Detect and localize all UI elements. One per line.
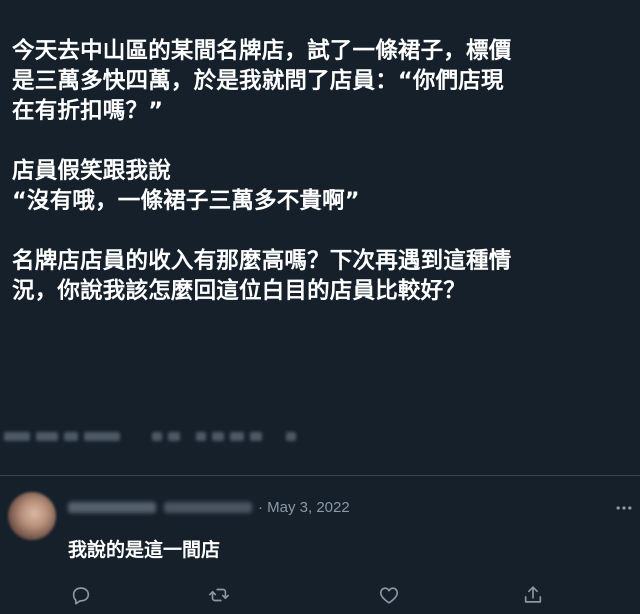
- avatar[interactable]: [8, 492, 56, 540]
- display-name-redacted[interactable]: [68, 502, 156, 513]
- tweet-text-line: 今天去中山區的某間名牌店，試了一條裙子，標價: [12, 38, 512, 64]
- tweet-text-line: 在有折扣嗎？”: [12, 98, 164, 124]
- handle-redacted[interactable]: [164, 502, 252, 513]
- reply-date[interactable]: · May 3, 2022: [258, 498, 350, 518]
- tweet-body: 今天去中山區的某間名牌店，試了一條裙子，標價 是三萬多快四萬，於是我就問了店員：…: [12, 36, 628, 306]
- reply-text: 我說的是這一間店: [68, 539, 221, 561]
- reply-icon[interactable]: [70, 584, 92, 606]
- tweet-text-line: 況，你說我該怎麼回這位白目的店員比較好？: [12, 278, 467, 304]
- tweet-text-line: 店員假笑跟我說: [12, 158, 171, 184]
- tweet-text-line: 是三萬多快四萬，於是我就問了店員：“你們店現: [12, 68, 504, 94]
- reply-tweet[interactable]: · May 3, 2022 我說的是這一間店: [0, 476, 640, 614]
- tweet-meta-redacted: [4, 428, 304, 444]
- tweet-text-line: 名牌店店員的收入有那麼高嗎？下次再遇到這種情: [12, 248, 512, 274]
- more-icon[interactable]: [614, 498, 634, 518]
- like-icon[interactable]: [378, 584, 400, 606]
- reply-header: · May 3, 2022: [68, 498, 608, 518]
- share-icon[interactable]: [522, 584, 544, 606]
- retweet-icon[interactable]: [208, 584, 230, 606]
- tweet-text-line: “沒有哦，一條裙子三萬多不貴啊”: [12, 188, 360, 214]
